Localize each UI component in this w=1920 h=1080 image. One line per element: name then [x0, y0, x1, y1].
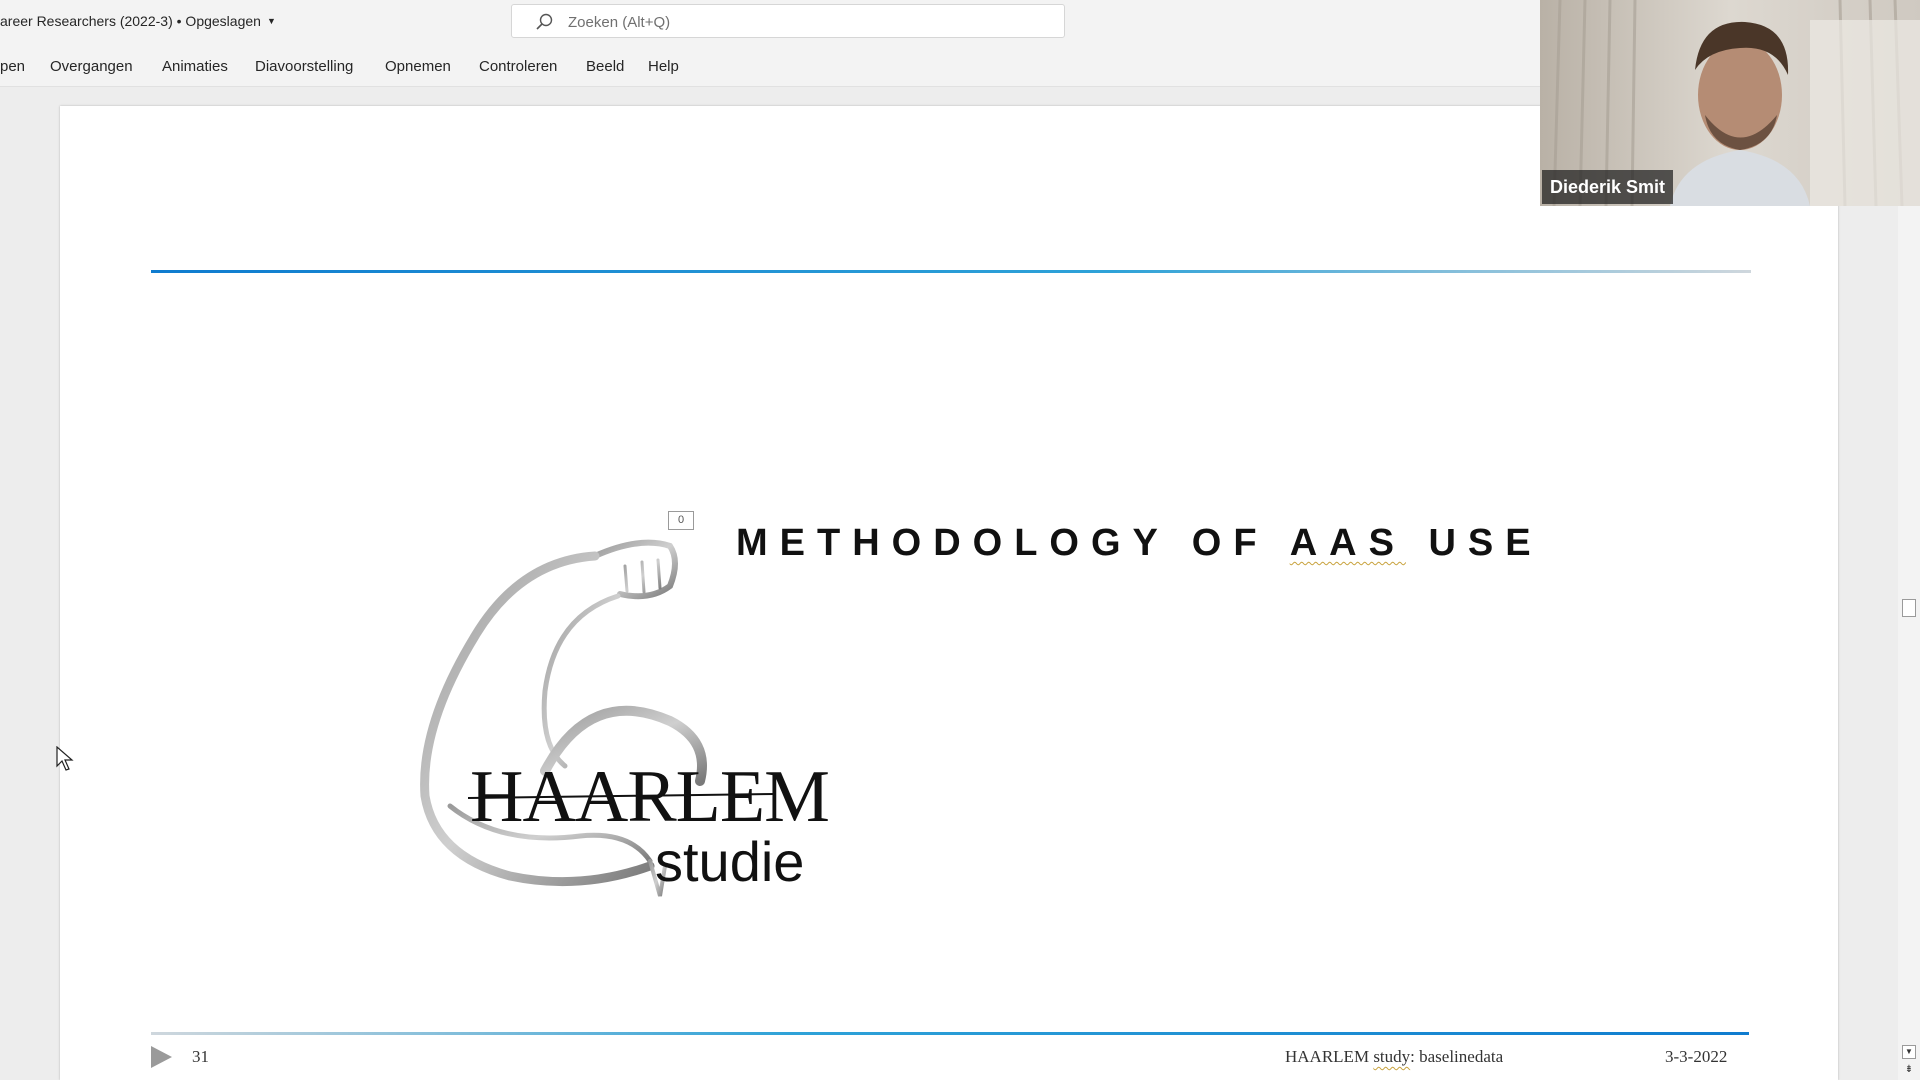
tab-overgangen[interactable]: Overgangen: [50, 58, 133, 75]
logo-subtitle: studie: [655, 830, 804, 893]
footer-text: HAARLEM study: baselinedata: [1285, 1047, 1504, 1066]
vertical-scrollbar[interactable]: ▼ ⇟: [1898, 87, 1920, 1080]
mouse-cursor-icon: [56, 746, 74, 771]
footer-date: 3-3-2022: [1665, 1047, 1728, 1066]
slide-canvas[interactable]: 0 METHODOLOGY OF AAS USE HAARLEM studie …: [60, 106, 1838, 1080]
slide-number: 31: [192, 1047, 209, 1066]
next-slide-icon[interactable]: ⇟: [1902, 1063, 1916, 1077]
haarlem-studie-logo[interactable]: HAARLEM studie: [350, 516, 930, 916]
tab-opnemen[interactable]: Opnemen: [385, 58, 451, 75]
tab-help[interactable]: Help: [648, 58, 679, 75]
slide-bottom-rule: [151, 1032, 1749, 1035]
search-icon: [536, 13, 553, 30]
participant-name-tag: Diederik Smit: [1542, 170, 1674, 204]
scroll-down-icon[interactable]: ▼: [1902, 1045, 1916, 1059]
scroll-thumb[interactable]: [1902, 599, 1916, 617]
chevron-down-icon[interactable]: ▼: [267, 16, 276, 26]
slide-top-rule: [151, 270, 1751, 273]
tab-animaties[interactable]: Animaties: [162, 58, 228, 75]
webcam-video: Diederik Smit: [1540, 0, 1920, 206]
tab-ontwerpen[interactable]: pen: [0, 58, 25, 75]
tab-beeld[interactable]: Beeld: [586, 58, 624, 75]
tab-controleren[interactable]: Controleren: [479, 58, 557, 75]
play-icon[interactable]: [148, 1044, 174, 1070]
search-box[interactable]: [511, 4, 1065, 38]
document-title[interactable]: areer Researchers (2022-3) • Opgeslagen ▼: [0, 13, 276, 29]
search-input[interactable]: [566, 9, 1030, 35]
tab-diavoorstelling[interactable]: Diavoorstelling: [255, 58, 353, 75]
